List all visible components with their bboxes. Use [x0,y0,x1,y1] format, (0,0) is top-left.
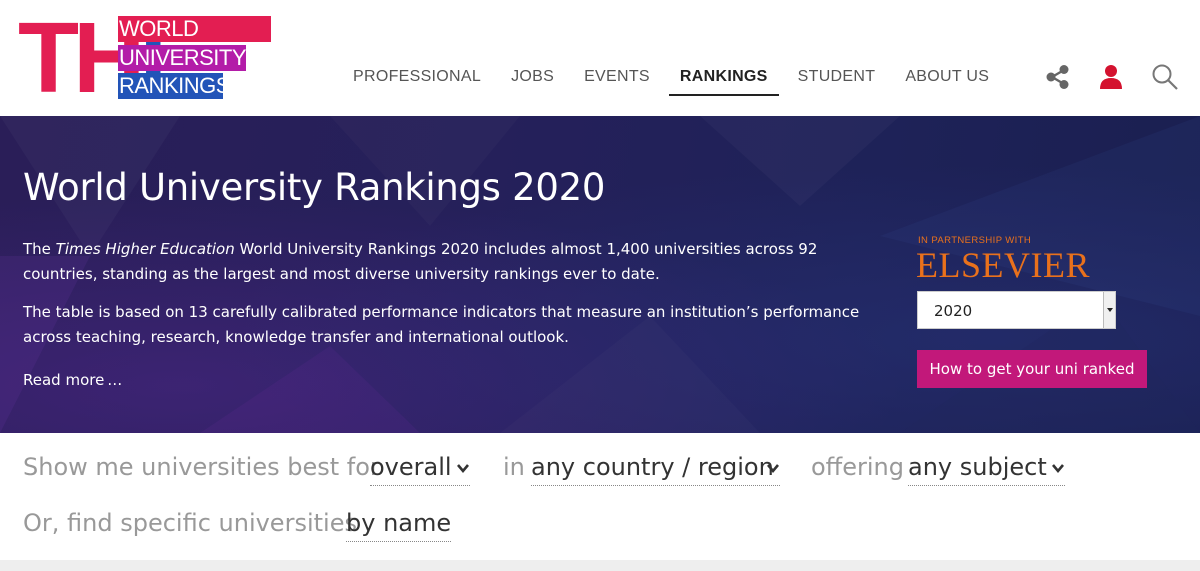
site-header: THE WORLD UNIVERSITY RANKINGS PROFESSION… [0,0,1200,116]
filter-label-in: in [503,453,525,481]
year-select-value: 2020 [934,302,973,320]
hero-methodology: The table is based on 13 carefully calib… [23,303,860,346]
nav-events[interactable]: EVENTS [573,60,661,96]
filter-label-find: Or, find specific universities [23,509,357,537]
get-ranked-button[interactable]: How to get your uni ranked [917,350,1147,388]
logo-line-rankings: RANKINGS [118,73,230,99]
country-select[interactable]: any country / region [531,453,780,486]
nav-rankings[interactable]: RANKINGS [668,60,779,96]
publication-name: Times Higher Education [55,240,235,258]
subject-select[interactable]: any subject [908,453,1065,486]
nav-about-us[interactable]: ABOUT US [894,60,1000,96]
dropdown-arrow-icon [1103,292,1115,328]
logo-line-university: UNIVERSITY [118,45,247,71]
chevron-down-icon [766,464,779,474]
ranking-filter: Show me universities best for overall in… [0,433,1200,560]
page-title: World University Rankings 2020 [23,166,606,209]
main-nav: PROFESSIONAL JOBS EVENTS RANKINGS STUDEN… [342,60,1008,96]
chevron-down-icon [456,464,469,474]
search-by-name-link[interactable]: by name [346,509,452,542]
share-icon[interactable] [1043,62,1073,92]
chevron-down-icon [1051,464,1064,474]
hero-intro: The Times Higher Education World Univers… [23,240,818,283]
nav-student[interactable]: STUDENT [787,60,887,96]
filter-label-best-for: Show me universities best for [23,453,380,481]
hero-banner: World University Rankings 2020 The Times… [0,116,1200,433]
criteria-select[interactable]: overall [370,453,470,486]
content-divider [0,560,1200,571]
the-logo[interactable]: THE WORLD UNIVERSITY RANKINGS [18,16,273,100]
nav-professional[interactable]: PROFESSIONAL [342,60,492,96]
filter-label-offering: offering [811,453,904,481]
elsevier-logo[interactable]: ELSEVIER [916,244,1090,286]
nav-jobs[interactable]: JOBS [500,60,565,96]
search-icon[interactable] [1150,62,1180,92]
read-more-link[interactable]: Read more … [23,371,122,389]
header-actions [1040,62,1190,92]
logo-line-world: WORLD [118,16,271,42]
user-icon[interactable] [1096,62,1126,92]
year-select[interactable]: 2020 [917,291,1116,329]
